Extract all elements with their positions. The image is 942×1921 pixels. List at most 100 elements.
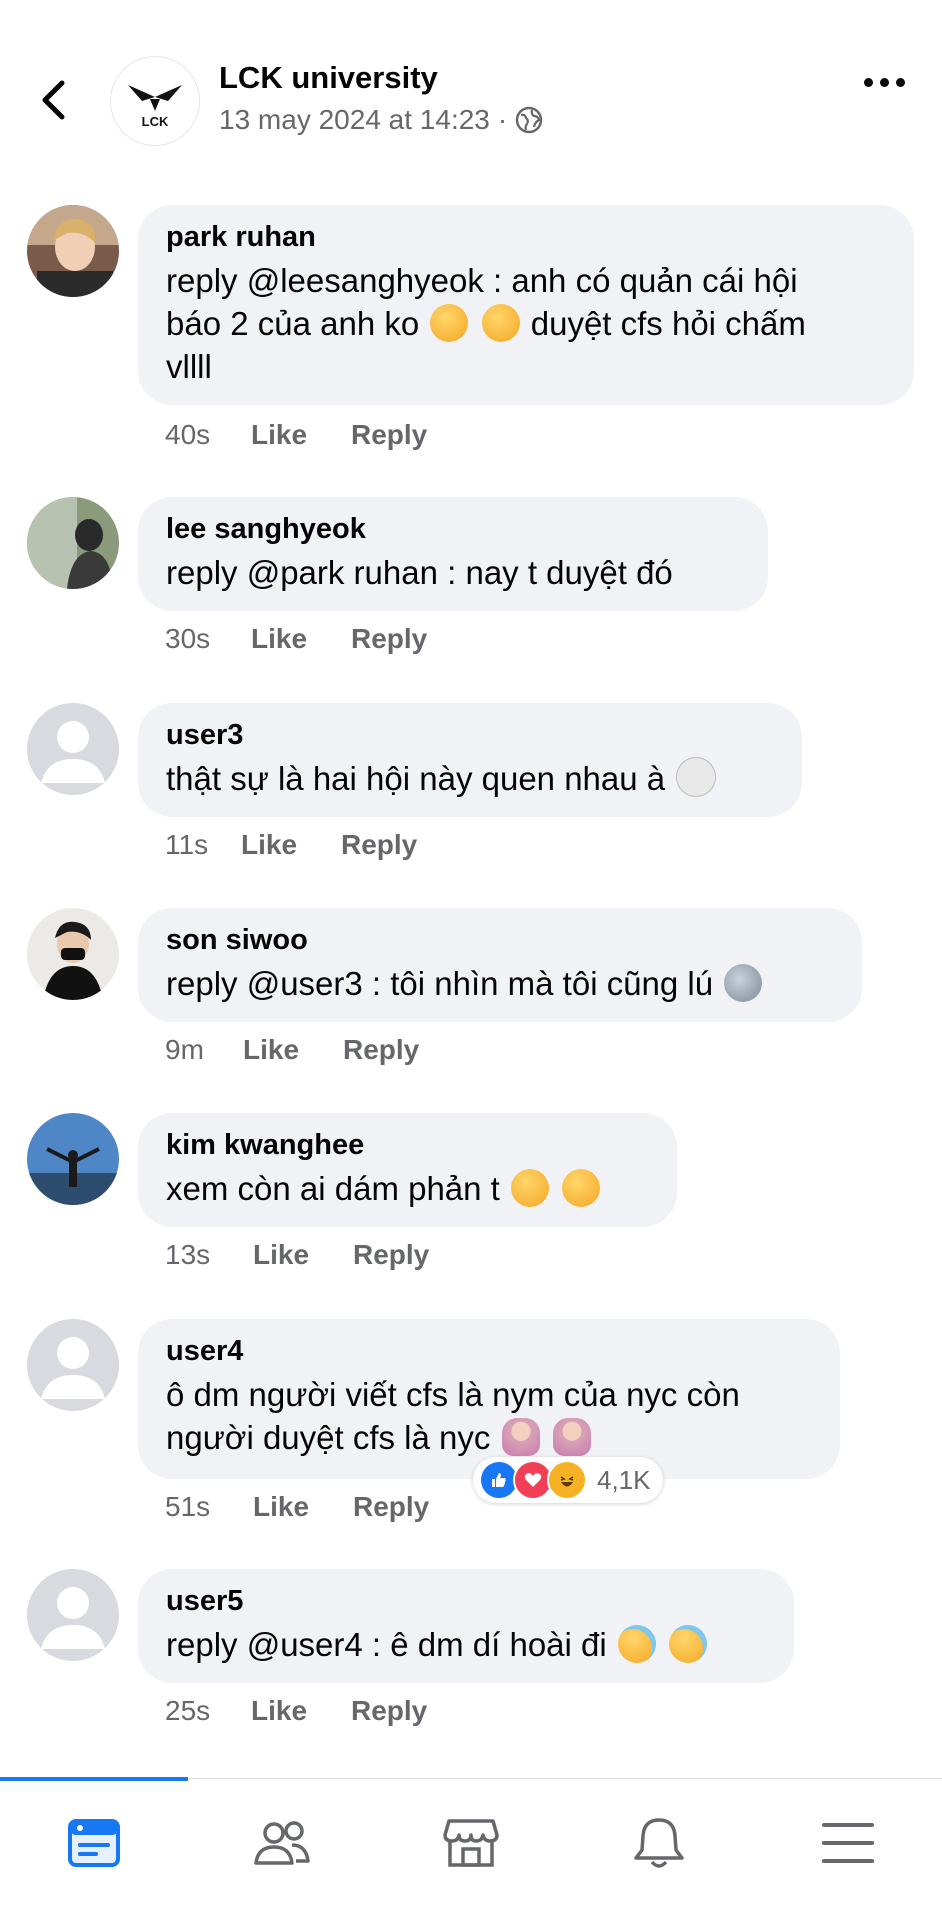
marketplace-icon <box>443 1819 499 1867</box>
tab-marketplace[interactable] <box>377 1803 565 1883</box>
comment-author[interactable]: user3 <box>166 717 774 753</box>
comment-time: 11s <box>165 829 209 860</box>
dot-icon <box>879 77 889 87</box>
like-button[interactable]: Like <box>253 1491 353 1523</box>
person-tipping-hand-emoji-icon <box>501 1418 540 1456</box>
active-tab-indicator <box>0 1777 188 1781</box>
haha-reaction-icon <box>547 1460 587 1500</box>
comment-actions: 11s Like Reply <box>165 829 417 861</box>
reply-button[interactable]: Reply <box>343 1034 419 1066</box>
comment-bubble[interactable]: user3 thật sự là hai hội này quen nhau à <box>138 703 802 817</box>
back-button[interactable] <box>30 70 76 130</box>
comment-author[interactable]: lee sanghyeok <box>166 511 740 547</box>
comment-time: 9m <box>165 1034 204 1065</box>
commenter-avatar[interactable] <box>27 497 119 589</box>
smirk-emoji-icon <box>511 1169 550 1207</box>
comment-author[interactable]: kim kwanghee <box>166 1127 649 1163</box>
smiling-emoji-icon <box>430 304 469 342</box>
comment-line: báo 2 của anh ko duyệt cfs hỏi chấm <box>166 304 806 342</box>
comment-text: ô dm người viết cfs là nym của nyc còn n… <box>166 1373 812 1459</box>
comment-bubble[interactable]: user5 reply @user4 : ê dm dí hoài đi <box>138 1569 794 1683</box>
lck-logo-icon: LCK <box>128 85 182 129</box>
comment-time: 13s <box>165 1239 211 1270</box>
comment-time: 30s <box>165 623 211 654</box>
comment-actions: 51s Like Reply <box>165 1491 429 1523</box>
reply-button[interactable]: Reply <box>351 623 427 655</box>
comment-actions: 40s Like Reply <box>165 419 427 451</box>
post-meta: 13 may 2024 at 14:23 · <box>219 104 543 136</box>
comment-actions: 25s Like Reply <box>165 1695 427 1727</box>
more-options-button[interactable] <box>854 62 914 102</box>
default-avatar[interactable] <box>27 1319 119 1411</box>
reaction-count: 4,1K <box>597 1464 651 1495</box>
like-button[interactable]: Like <box>251 1695 351 1727</box>
commenter-avatar[interactable] <box>27 908 119 1000</box>
tab-menu[interactable] <box>754 1803 942 1883</box>
menu-icon <box>822 1823 874 1863</box>
comment-time: 40s <box>165 419 211 450</box>
reply-button[interactable]: Reply <box>351 1695 427 1727</box>
person-tipping-hand-emoji-icon <box>552 1418 591 1456</box>
comment-text: reply @user3 : tôi nhìn mà tôi cũng lú <box>166 962 834 1005</box>
comment-text: reply @leesanghyeok : anh có quản cái hộ… <box>166 259 886 388</box>
reply-button[interactable]: Reply <box>353 1491 429 1523</box>
pigeon-emoji-icon <box>724 964 763 1002</box>
comment-text: reply @user4 : ê dm dí hoài đi <box>166 1623 766 1666</box>
skull-emoji-icon <box>676 757 717 797</box>
comment-bubble[interactable]: user4 ô dm người viết cfs là nym của nyc… <box>138 1319 840 1479</box>
comment-actions: 30s Like Reply <box>165 623 427 655</box>
comment-line: ô dm người viết cfs là nym của nyc còn <box>166 1376 740 1413</box>
reaction-summary[interactable]: 4,1K <box>473 1457 663 1503</box>
dot-icon <box>895 77 905 87</box>
comment-bubble[interactable]: son siwoo reply @user3 : tôi nhìn mà tôi… <box>138 908 862 1022</box>
comment-author[interactable]: user5 <box>166 1583 766 1619</box>
reply-button[interactable]: Reply <box>341 829 417 861</box>
post-timestamp: 13 may 2024 at 14:23 <box>219 104 490 135</box>
comment-time: 25s <box>165 1695 211 1726</box>
chevron-left-icon <box>42 80 65 120</box>
comment-author[interactable]: park ruhan <box>166 219 886 255</box>
like-button[interactable]: Like <box>253 1239 353 1271</box>
smiling-emoji-icon <box>481 304 520 342</box>
comment-author[interactable]: user4 <box>166 1333 812 1369</box>
comment-line: vllll <box>166 348 212 385</box>
post-header: LCK LCK university 13 may 2024 at 14:23 … <box>0 0 942 180</box>
comment-actions: 9m Like Reply <box>165 1034 419 1066</box>
notifications-icon <box>634 1818 684 1868</box>
tab-feed[interactable] <box>0 1803 188 1883</box>
default-avatar[interactable] <box>27 1569 119 1661</box>
comment-bubble[interactable]: park ruhan reply @leesanghyeok : anh có … <box>138 205 914 405</box>
comment-line: người duyệt cfs là nyc <box>166 1416 812 1459</box>
reply-button[interactable]: Reply <box>353 1239 429 1271</box>
comment-bubble[interactable]: lee sanghyeok reply @park ruhan : nay t … <box>138 497 768 611</box>
tears-of-joy-emoji-icon <box>669 1625 708 1663</box>
commenter-avatar[interactable] <box>27 205 119 297</box>
comment-time: 51s <box>165 1491 211 1522</box>
tab-notifications[interactable] <box>565 1803 753 1883</box>
feed-icon <box>68 1819 120 1867</box>
like-button[interactable]: Like <box>241 829 341 861</box>
friends-icon <box>254 1821 310 1865</box>
page-avatar[interactable]: LCK <box>110 56 200 146</box>
reply-button[interactable]: Reply <box>351 419 427 451</box>
tab-friends[interactable] <box>188 1803 376 1883</box>
globe-icon <box>516 106 543 134</box>
bottom-nav <box>0 1777 942 1921</box>
comment-line: reply @leesanghyeok : anh có quản cái hộ… <box>166 262 798 299</box>
comment-actions: 13s Like Reply <box>165 1239 429 1271</box>
like-button[interactable]: Like <box>251 419 351 451</box>
comment-text: thật sự là hai hội này quen nhau à <box>166 757 774 800</box>
meta-separator: · <box>497 104 508 135</box>
comment-author[interactable]: son siwoo <box>166 922 834 958</box>
like-button[interactable]: Like <box>251 623 351 655</box>
smirk-emoji-icon <box>562 1169 601 1207</box>
dot-icon <box>863 77 873 87</box>
comment-text: xem còn ai dám phản t <box>166 1167 649 1210</box>
logo-text: LCK <box>142 114 169 129</box>
commenter-avatar[interactable] <box>27 1113 119 1205</box>
page-name[interactable]: LCK university <box>219 60 438 96</box>
like-button[interactable]: Like <box>243 1034 343 1066</box>
tears-of-joy-emoji-icon <box>617 1625 656 1663</box>
comment-bubble[interactable]: kim kwanghee xem còn ai dám phản t <box>138 1113 677 1227</box>
default-avatar[interactable] <box>27 703 119 795</box>
